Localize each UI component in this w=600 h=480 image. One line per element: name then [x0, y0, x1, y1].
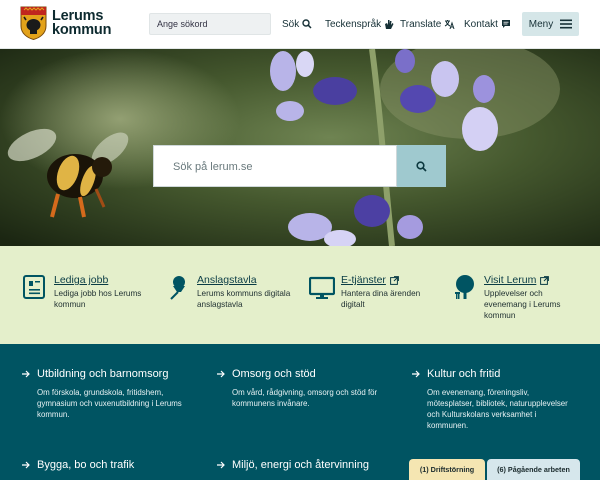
external-link-icon	[540, 276, 550, 285]
ongoing-work-tab[interactable]: (6) Pågående arbeten	[487, 459, 580, 480]
nav-contact-label: Kontakt	[464, 18, 498, 30]
category-desc: gymnasium och vuxenutbildning i Lerums	[37, 399, 182, 408]
nav-translate-label: Translate	[400, 18, 442, 30]
category-desc: Om vård, rådgivning, omsorg och stöd för	[232, 388, 378, 397]
tree-icon	[455, 275, 474, 299]
menu-button-label: Meny	[528, 18, 554, 30]
arrow-right-icon	[22, 461, 30, 469]
quick-link-title: Visit Lerum	[484, 274, 560, 287]
coat-of-arms-icon	[20, 6, 47, 40]
translate-icon	[445, 20, 455, 29]
quick-link-desc: Lerums kommuns digitala	[197, 289, 291, 298]
quick-link-title: Anslagstavla	[197, 274, 257, 286]
category-title: Miljö, energi och återvinning	[232, 459, 369, 471]
category-desc: kommun.	[37, 410, 70, 419]
quick-link-desc: kommun	[484, 311, 516, 320]
quick-link-desc: Hantera dina ärenden	[341, 289, 421, 298]
hamburger-icon	[560, 19, 573, 29]
site-header: Lerums kommun Ange sökord Sök Teckensprå…	[0, 0, 600, 49]
sign-language-icon	[385, 19, 394, 29]
header-search-input[interactable]: Ange sökord	[149, 13, 271, 35]
disruption-tab[interactable]: (1) Driftstörning	[409, 459, 485, 480]
category-building[interactable]: Bygga, bo och trafik	[22, 458, 134, 472]
menu-button[interactable]: Meny	[522, 12, 579, 36]
pushpin-icon	[170, 276, 185, 300]
hero-search-button[interactable]	[397, 145, 446, 187]
chat-icon	[501, 20, 510, 28]
hero-banner: Sök på lerum.se	[0, 49, 600, 246]
disruption-tab-label: (1) Driftstörning	[419, 465, 475, 474]
external-link-icon	[390, 276, 399, 285]
arrow-right-icon	[412, 370, 420, 378]
search-icon	[416, 160, 427, 172]
category-environment[interactable]: Miljö, energi och återvinning	[217, 458, 369, 472]
logo-line-2: kommun	[52, 22, 112, 38]
quick-link-desc: Upplevelser och	[484, 289, 543, 298]
quick-link-desc: Lediga jobb hos Lerums	[54, 289, 142, 298]
arrow-right-icon	[217, 461, 225, 469]
category-desc: kommunens invånare.	[232, 399, 310, 408]
category-desc: mötesplatser, bibliotek, naturupplevelse…	[427, 399, 568, 408]
quick-link-desc: evenemang i Lerums	[484, 300, 561, 309]
hero-search-input[interactable]: Sök på lerum.se	[153, 145, 397, 187]
quick-link-e-services[interactable]: E-tjänster Hantera dina ärenden digitalt	[309, 274, 420, 310]
category-care[interactable]: Omsorg och stöd Om vård, rådgivning, oms…	[217, 367, 377, 409]
search-icon	[302, 19, 312, 29]
category-title: Omsorg och stöd	[232, 368, 316, 380]
nav-search-label: Sök	[282, 18, 300, 30]
category-desc: Om evenemang, föreningsliv,	[427, 388, 530, 397]
hero-search: Sök på lerum.se	[153, 145, 446, 187]
header-search-placeholder: Ange sökord	[157, 19, 208, 29]
nav-search[interactable]: Sök	[282, 13, 312, 35]
category-desc: och Kulturskolans verksamhet i	[427, 410, 537, 419]
nav-sign-language-label: Teckenspråk	[325, 18, 382, 30]
quick-link-visit-lerum[interactable]: Visit Lerum Upplevelser och evenemang i …	[452, 274, 560, 321]
quick-link-desc: digitalt	[341, 300, 365, 309]
quick-link-notice-board[interactable]: Anslagstavla Lerums kommuns digitala ans…	[165, 274, 290, 310]
category-title: Bygga, bo och trafik	[37, 459, 135, 471]
quick-link-title-text: Visit Lerum	[484, 274, 537, 286]
badge-icon	[23, 275, 45, 299]
quick-link-title: E-tjänster	[341, 274, 420, 287]
quick-link-desc: anslagstavla	[197, 300, 243, 309]
quick-link-title-text: E-tjänster	[341, 274, 386, 286]
status-tabs: (1) Driftstörning (6) Pågående arbeten	[409, 459, 580, 480]
category-desc: kommunen.	[427, 421, 469, 430]
hero-search-placeholder: Sök på lerum.se	[173, 161, 253, 173]
quick-link-title: Lediga jobb	[54, 274, 109, 286]
ongoing-work-tab-label: (6) Pågående arbeten	[497, 465, 570, 474]
arrow-right-icon	[22, 370, 30, 378]
logo-line-1: Lerums	[52, 8, 104, 24]
arrow-right-icon	[217, 370, 225, 378]
monitor-icon	[309, 276, 335, 299]
category-title: Utbildning och barnomsorg	[37, 368, 169, 380]
nav-contact[interactable]: Kontakt	[464, 13, 511, 35]
nav-sign-language[interactable]: Teckenspråk	[325, 13, 394, 35]
quick-link-jobs[interactable]: Lediga jobb Lediga jobb hos Lerums kommu…	[22, 274, 141, 310]
category-education[interactable]: Utbildning och barnomsorg Om förskola, g…	[22, 367, 182, 420]
category-title: Kultur och fritid	[427, 368, 501, 380]
logo[interactable]: Lerums kommun	[20, 6, 111, 40]
category-culture[interactable]: Kultur och fritid Om evenemang, förening…	[412, 367, 568, 431]
quick-link-desc: kommun	[54, 300, 86, 309]
category-desc: Om förskola, grundskola, fritidshem,	[37, 388, 164, 397]
quick-links: Lediga jobb Lediga jobb hos Lerums kommu…	[0, 246, 600, 344]
nav-translate[interactable]: Translate	[400, 13, 455, 35]
